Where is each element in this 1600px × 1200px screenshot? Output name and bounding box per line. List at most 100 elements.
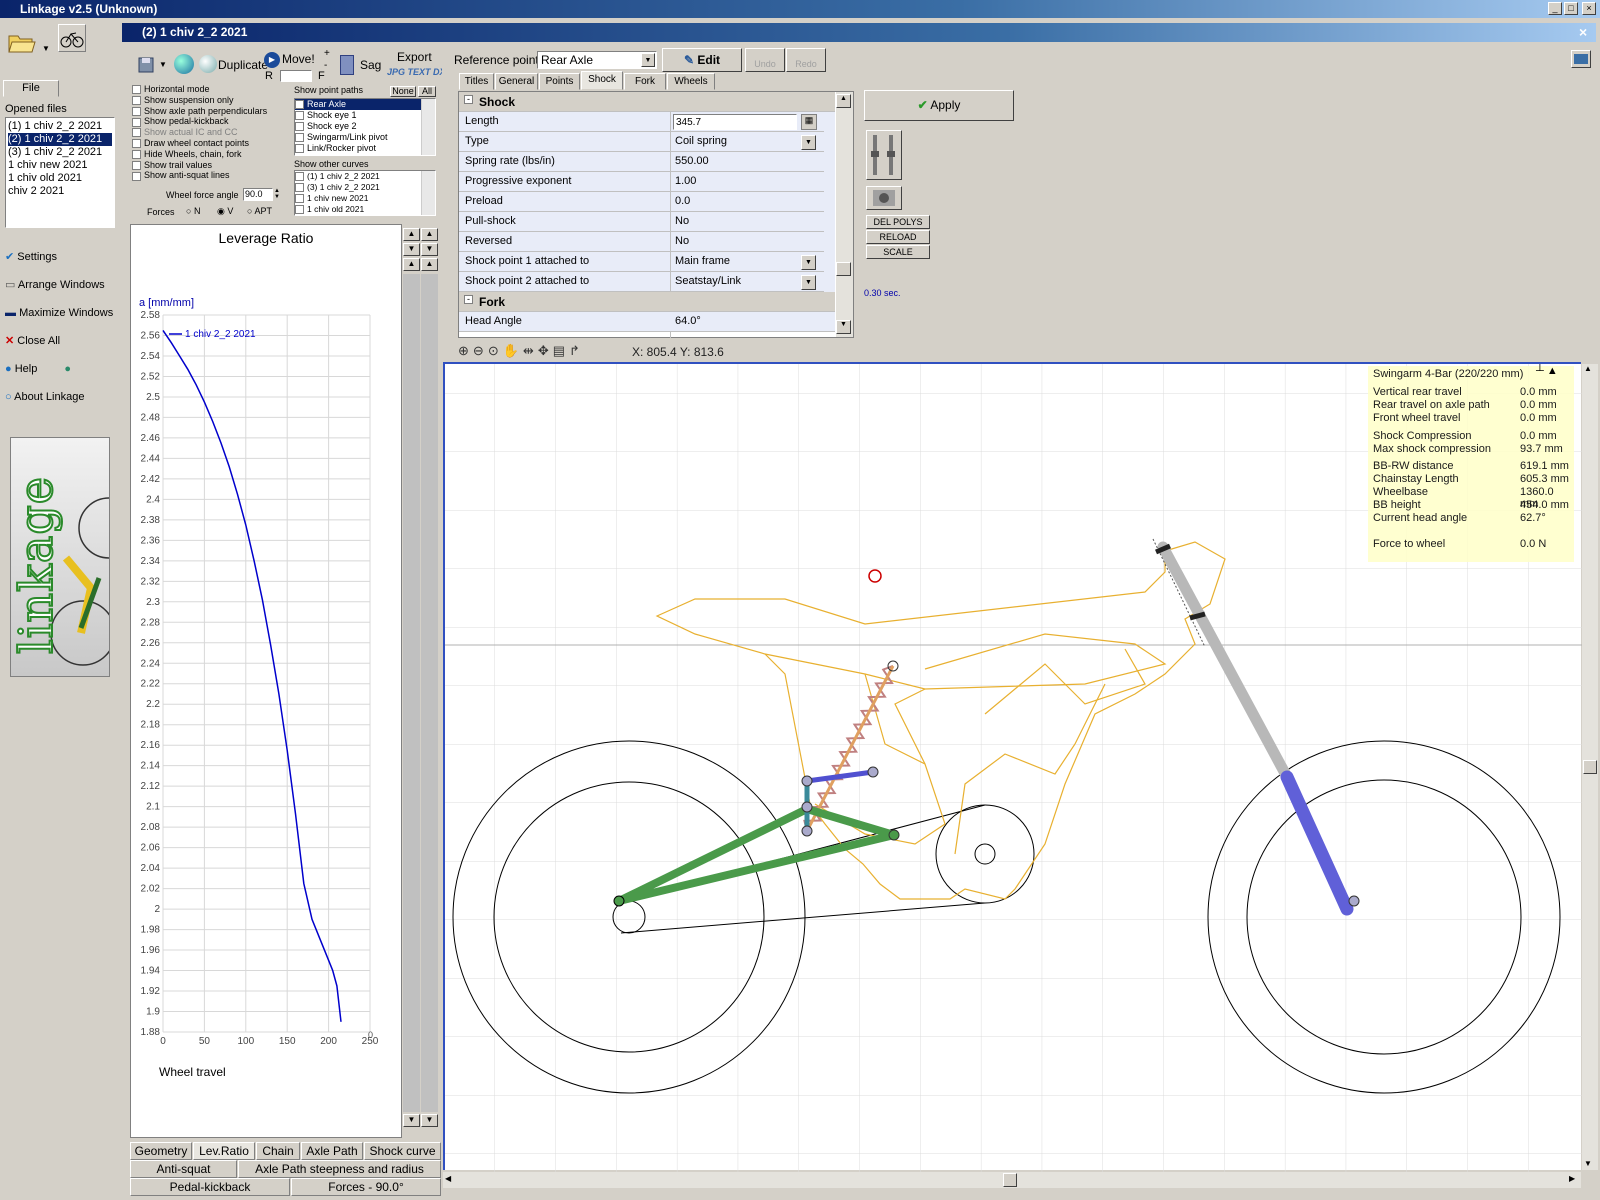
scrollbar[interactable] [421,274,438,1112]
chevron-down-icon[interactable]: ▼ [801,255,816,270]
scroll-down-button[interactable]: ▼ [421,1114,438,1127]
list-item[interactable]: (1) 1 chiv 2_2 2021 [8,120,112,133]
move-button[interactable]: Move! [282,52,315,66]
list-item[interactable]: 1 chiv old 2021 [8,172,112,185]
checkbox-axle-perpendiculars[interactable]: Show axle path perpendiculars [132,106,287,117]
duplicate-icon[interactable] [199,55,217,73]
list-item[interactable]: Link/Rocker pivot [295,143,435,154]
prop-length[interactable]: Length 345.7 ▦ [459,112,824,132]
scroll-down-button[interactable]: ▼ [1584,1159,1592,1168]
collapse-icon[interactable]: - [464,295,473,304]
checkbox-trail-values[interactable]: Show trail values [132,160,287,171]
checkbox-wheel-contact[interactable]: Draw wheel contact points [132,138,287,149]
tab-anti-squat[interactable]: Anti-squat [130,1160,237,1178]
scale-button[interactable]: SCALE [866,245,930,259]
radio-forces-v[interactable]: ◉ V [217,206,233,217]
chevron-down-icon[interactable]: ▼ [641,53,655,67]
list-item[interactable]: 1 chiv old 2021 [295,204,435,215]
list-item-selected[interactable]: Rear Axle [295,99,421,110]
prop-pull-shock[interactable]: Pull-shock No [459,212,824,232]
prop-shock-point-2[interactable]: Shock point 2 attached to Seatstay/Link ▼ [459,272,824,292]
zoom-out-icon[interactable]: ⊖ [473,343,488,358]
list-item[interactable]: Shock eye 2 [295,121,435,132]
open-folder-icon[interactable] [6,26,36,56]
menu-settings[interactable]: ✔ Settings [5,243,117,271]
fit-icon[interactable]: ⇹ [523,343,538,358]
minimize-button[interactable]: _ [1548,2,1562,15]
prop-spring-rate[interactable]: Spring rate (lbs/in) 550.00 [459,152,824,172]
tab-general[interactable]: General [495,73,538,90]
radio-forces-apt[interactable]: ○ APT [247,206,272,216]
edit-button[interactable]: ✎ Edit [662,48,742,72]
checkbox-pedal-kickback[interactable]: Show pedal-kickback [132,116,287,127]
all-button[interactable]: All [418,86,436,97]
scroll-thumb[interactable] [836,262,851,276]
zoom-down-button[interactable]: ▼ [403,243,420,256]
scrollbar[interactable] [421,99,435,155]
radio-forces-n[interactable]: ○ N [186,206,200,216]
zoom-fit-icon[interactable]: ⊙ [488,343,503,358]
menu-help[interactable]: ● Help ● [5,355,117,383]
tab-chain[interactable]: Chain [256,1142,300,1160]
scrollbar[interactable] [403,274,420,1112]
prop-head-angle[interactable]: Head Angle 64.0° [459,312,835,332]
del-polys-button[interactable]: DEL POLYS [866,215,930,229]
play-icon[interactable]: ▶ [264,52,280,68]
prop-preload[interactable]: Preload 0.0 [459,192,824,212]
panel-toggle-icon[interactable] [1571,50,1591,68]
zoom-up-button[interactable]: ▲ [403,228,420,241]
list-item[interactable]: (3) 1 chiv 2_2 2021 [8,146,112,159]
menu-close-all[interactable]: ✕ Close All [5,327,117,355]
checkbox-suspension-only[interactable]: Show suspension only [132,95,287,106]
scroll-right-button[interactable]: ▶ [1569,1174,1575,1183]
zoom-down-button[interactable]: ▼ [421,243,438,256]
tab-shock[interactable]: Shock [581,71,623,90]
move-icon[interactable]: ✥ [538,343,553,358]
reference-point-select[interactable]: Rear Axle ▼ [537,51,657,69]
prop-type[interactable]: Type Coil spring ▼ [459,132,824,152]
scroll-left-button[interactable]: ◀ [445,1174,451,1183]
property-scrollbar[interactable]: ▲ ▼ [836,92,853,337]
duplicate-button[interactable]: Duplicate [218,58,268,72]
scroll-thumb[interactable] [1583,760,1597,774]
pin-icon[interactable]: ┴ [1536,365,1544,377]
move-slider[interactable] [280,70,312,82]
reload-button[interactable]: RELOAD [866,230,930,244]
length-input[interactable]: 345.7 [673,114,797,130]
collapse-up-icon[interactable]: ▲ [1547,365,1558,377]
tab-titles[interactable]: Titles [459,73,494,90]
chevron-down-icon[interactable]: ▼ [801,135,816,150]
none-button[interactable]: None [390,86,416,97]
section-shock[interactable]: - Shock [459,92,835,112]
export-view-icon[interactable]: ↱ [569,343,584,358]
prop-reversed[interactable]: Reversed No [459,232,824,252]
tab-axle-steepness[interactable]: Axle Path steepness and radius [238,1160,441,1178]
tab-fork[interactable]: Fork [624,73,666,90]
save-dropdown-icon[interactable]: ▼ [159,60,167,69]
prop-progressive[interactable]: Progressive exponent 1.00 [459,172,824,192]
angle-spinner[interactable]: ▲ ▼ [274,188,284,201]
other-curves-list[interactable]: (1) 1 chiv 2_2 2021 (3) 1 chiv 2_2 2021 … [294,170,436,216]
close-child-icon[interactable]: × [1579,24,1587,40]
maximize-button[interactable]: □ [1564,2,1578,15]
tab-lev-ratio[interactable]: Lev.Ratio [193,1142,255,1160]
calculator-icon[interactable]: ▦ [801,114,817,130]
menu-arrange-windows[interactable]: ▭ Arrange Windows [5,271,117,299]
checkbox-hide-wheels[interactable]: Hide Wheels, chain, fork [132,149,287,160]
zoom-up-button[interactable]: ▲ [421,228,438,241]
tab-geometry[interactable]: Geometry [130,1142,192,1160]
list-item[interactable]: (3) 1 chiv 2_2 2021 [295,182,435,193]
save-icon[interactable] [136,53,158,75]
list-item[interactable]: chiv 2 2021 [8,185,112,198]
canvas-vscroll[interactable]: ▲ ▼ [1582,364,1598,1170]
wheel-force-angle-input[interactable]: 90.0 [243,188,273,201]
canvas-hscroll[interactable]: ◀ ▶ [443,1172,1581,1188]
tab-axle-path[interactable]: Axle Path [301,1142,363,1160]
tab-forces[interactable]: Forces - 90.0° [291,1178,441,1196]
prop-shock-point-1[interactable]: Shock point 1 attached to Main frame ▼ [459,252,824,272]
tab-pedal-kickback[interactable]: Pedal-kickback [130,1178,290,1196]
scroll-up-button[interactable]: ▲ [836,94,851,108]
list-item[interactable]: (1) 1 chiv 2_2 2021 [295,171,435,182]
info-box-controls[interactable]: ┴ ▲ [1536,365,1576,379]
zoom-in-icon[interactable]: ⊕ [458,343,473,358]
